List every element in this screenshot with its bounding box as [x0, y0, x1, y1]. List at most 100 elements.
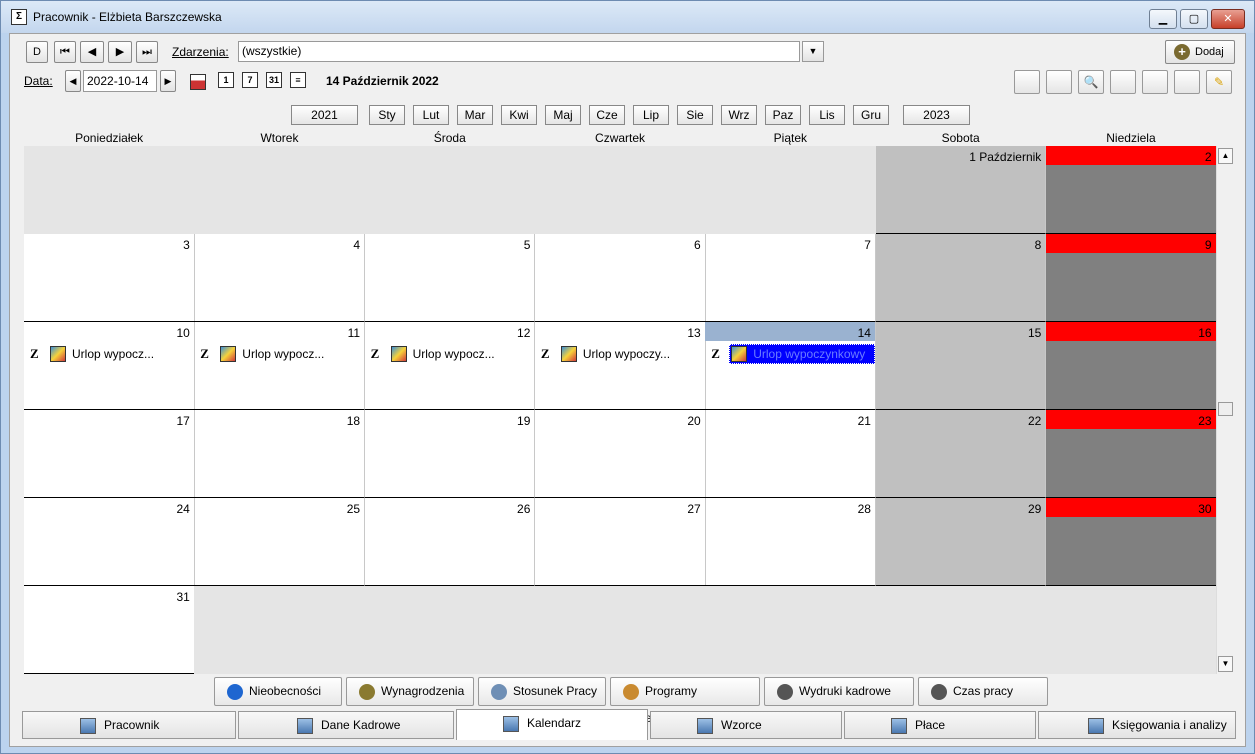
calendar-picker-icon[interactable] [190, 74, 206, 90]
calendar-event[interactable]: Z Urlop wypocz... [369, 344, 529, 364]
calendar-day-cell[interactable]: 19 [364, 410, 536, 498]
calendar-day-cell[interactable]: 3 [24, 234, 195, 322]
calendar-day-cell[interactable]: 4 [194, 234, 366, 322]
view-day-icon[interactable]: 1 [218, 72, 234, 88]
month-button-lis[interactable]: Lis [809, 105, 845, 125]
main-tab-label: Kalendarz [527, 716, 582, 730]
client-area: D ⏮ ◀ ▶ ⏭ Zdarzenia: (wszystkie) ▼ + Dod… [9, 33, 1246, 747]
scroll-up-button[interactable]: ▲ [1218, 148, 1233, 164]
calendar-day-cell[interactable]: 25 [194, 498, 366, 586]
date-input[interactable]: 2022-10-14 [83, 70, 157, 92]
view-list-icon[interactable]: ≡ [290, 72, 306, 88]
calendar-event[interactable]: Z Urlop wypocz... [28, 344, 188, 364]
subtab-3[interactable]: Stosunek Pracy [478, 677, 606, 706]
month-button-gru[interactable]: Gru [853, 105, 889, 125]
calendar-day-cell[interactable]: 13 Z Urlop wypoczy... [534, 322, 706, 410]
month-button-kwi[interactable]: Kwi [501, 105, 537, 125]
calendar-day-cell[interactable]: 9 [1045, 234, 1216, 322]
main-tab-1[interactable]: Pracownik [22, 711, 236, 739]
month-button-lut[interactable]: Lut [413, 105, 449, 125]
scroll-down-button[interactable]: ▼ [1218, 656, 1233, 672]
sunday-header-bar [1045, 234, 1216, 253]
subtab-4[interactable]: Programy emerytalne [610, 677, 760, 725]
calendar-day-cell[interactable]: 29 [875, 498, 1047, 586]
calendar-day-cell[interactable]: 28 [705, 498, 876, 586]
calendar-event[interactable]: Z Urlop wypoczy... [539, 344, 699, 364]
calendar-grid-icon[interactable] [1110, 70, 1136, 94]
month-button-wrz[interactable]: Wrz [721, 105, 757, 125]
month-button-cze[interactable]: Cze [589, 105, 625, 125]
calendar-settings-icon[interactable] [1142, 70, 1168, 94]
calendar-day-cell[interactable]: 20 [534, 410, 706, 498]
calendar-event[interactable]: Z Urlop wypoczynkowy [709, 344, 876, 364]
subtab-label: Nieobecności [249, 684, 322, 698]
subtab-1[interactable]: Nieobecności [214, 677, 342, 706]
calendar-day-cell[interactable]: 21 [705, 410, 876, 498]
add-button[interactable]: + Dodaj [1165, 40, 1235, 64]
calendar-day-cell[interactable]: 5 [364, 234, 536, 322]
main-tab-2[interactable]: Dane Kadrowe [238, 711, 454, 739]
month-button-mar[interactable]: Mar [457, 105, 493, 125]
date-prev-button[interactable]: ◀ [65, 70, 81, 92]
day-number: 12 [517, 326, 531, 340]
month-button-sie[interactable]: Sie [677, 105, 713, 125]
calendar-day-cell[interactable]: 12 Z Urlop wypocz... [364, 322, 536, 410]
date-next-button[interactable]: ▶ [160, 70, 176, 92]
search-icon[interactable]: 🔍 [1078, 70, 1104, 94]
main-tab-5[interactable]: Płace [844, 711, 1036, 739]
subtab-5[interactable]: Wydruki kadrowe [764, 677, 914, 706]
calendar-day-cell[interactable]: 24 [24, 498, 195, 586]
calendar-day-cell[interactable]: 10 Z Urlop wypocz... [24, 322, 195, 410]
nav-d-button[interactable]: D [26, 41, 48, 63]
close-button[interactable]: ✕ [1211, 9, 1245, 29]
maximize-button[interactable]: ▢ [1180, 9, 1208, 29]
calendar-day-cell[interactable]: 22 [875, 410, 1047, 498]
main-tab-4[interactable]: Wzorce [650, 711, 842, 739]
month-grid[interactable]: 1 Październik 2 3 4 5 6 7 8 9 10 Z Urlop wypocz... 1… [24, 146, 1216, 674]
calendar-day-cell[interactable]: 2 [1045, 146, 1216, 234]
calendar-day-cell[interactable]: 26 [364, 498, 536, 586]
month-button-maj[interactable]: Maj [545, 105, 581, 125]
view-month-icon[interactable]: 31 [266, 72, 282, 88]
calendar-day-cell[interactable]: 30 [1045, 498, 1216, 586]
main-tab-6[interactable]: Księgowania i analizy [1038, 711, 1236, 739]
calendar-day-cell[interactable]: 15 [875, 322, 1047, 410]
calendar-day-cell[interactable]: 18 [194, 410, 366, 498]
month-button-lip[interactable]: Lip [633, 105, 669, 125]
calendar-day-cell[interactable]: 31 [24, 586, 195, 674]
month-button-paz[interactable]: Paz [765, 105, 801, 125]
vertical-scrollbar[interactable]: ▲ ▼ [1216, 146, 1233, 674]
calendar-day-cell[interactable]: 8 [875, 234, 1047, 322]
calculator-icon [891, 718, 907, 734]
edit-pencil-icon[interactable]: ✎ [1206, 70, 1232, 94]
nav-prev-button[interactable]: ◀ [80, 41, 104, 63]
calendar-day-cell[interactable]: 16 [1045, 322, 1216, 410]
month-button-sty[interactable]: Sty [369, 105, 405, 125]
main-tab-3[interactable]: Kalendarz [456, 709, 648, 740]
events-dropdown-button[interactable]: ▼ [802, 41, 824, 62]
calendar-day-cell[interactable]: 11 Z Urlop wypocz... [194, 322, 366, 410]
events-select[interactable]: (wszystkie) [238, 41, 800, 62]
calendar-day-cell[interactable]: 17 [24, 410, 195, 498]
subtab-2[interactable]: Wynagrodzenia [346, 677, 474, 706]
nav-last-button[interactable]: ⏭ [136, 41, 158, 63]
next-year-button[interactable]: 2023 [903, 105, 970, 125]
home-calendar-icon[interactable] [1046, 70, 1072, 94]
calendar-table-icon[interactable] [1174, 70, 1200, 94]
scroll-thumb[interactable] [1218, 402, 1233, 416]
subtab-6[interactable]: Czas pracy [918, 677, 1048, 706]
calendar-event[interactable]: Z Urlop wypocz... [198, 344, 358, 364]
calendar-day-cell[interactable]: 27 [534, 498, 706, 586]
minimize-button[interactable]: ▁ [1149, 9, 1177, 29]
view-week-icon[interactable]: 7 [242, 72, 258, 88]
calendar-day-cell[interactable]: 1 Październik [875, 146, 1047, 234]
calendar-day-cell[interactable]: 6 [534, 234, 706, 322]
today-icon[interactable] [1014, 70, 1040, 94]
nav-next-button[interactable]: ▶ [108, 41, 132, 63]
calendar-day-cell[interactable]: 7 [705, 234, 876, 322]
nav-first-button[interactable]: ⏮ [54, 41, 76, 63]
day-number: 24 [176, 502, 190, 516]
calendar-day-cell[interactable]: 23 [1045, 410, 1216, 498]
calendar-day-cell[interactable]: 14 Z Urlop wypoczynkowy [705, 322, 876, 410]
prev-year-button[interactable]: 2021 [291, 105, 358, 125]
